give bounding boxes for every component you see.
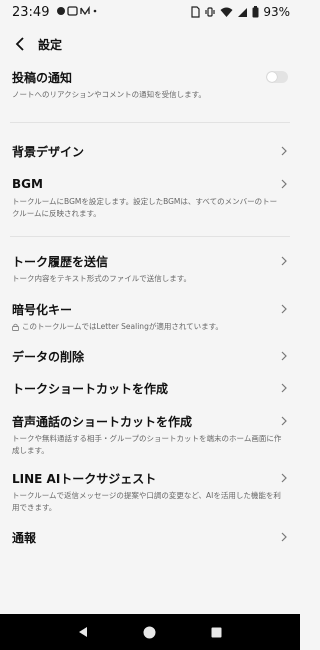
chevron-right-icon (280, 178, 288, 190)
chevron-left-icon (15, 37, 24, 51)
status-left: 23:49 (12, 5, 100, 20)
nav-home-button[interactable] (140, 622, 160, 642)
encryption-description: このトークルームではLetter Sealingが適用されています。 (12, 321, 288, 333)
vibrate-icon (205, 7, 215, 17)
setting-title: 音声通話のショートカットを作成 (12, 414, 193, 429)
status-time: 23:49 (12, 4, 50, 20)
chevron-right-icon (280, 472, 288, 484)
setting-background-design[interactable]: 背景デザイン (0, 142, 300, 160)
chevron-right-icon (280, 350, 288, 362)
divider (10, 236, 290, 237)
setting-title: 投稿の通知 (12, 70, 73, 85)
divider (10, 122, 290, 123)
notification-icon (57, 5, 97, 16)
setting-title: 背景デザイン (12, 144, 85, 159)
toggle-knob (267, 72, 277, 82)
setting-delete-data[interactable]: データの削除 (0, 347, 300, 365)
setting-title: LINE AIトークサジェスト (12, 471, 157, 486)
status-bar: 23:49 93% (0, 0, 300, 24)
notification-icons (56, 5, 100, 19)
lock-icon (12, 323, 19, 331)
setting-description: トーク内容をテキスト形式のファイルで送信します。 (12, 274, 192, 283)
setting-description: ノートへのリアクションやコメントの通知を受信します。 (12, 90, 206, 99)
chevron-right-icon (280, 382, 288, 394)
nav-recents-button[interactable] (207, 622, 227, 642)
setting-line-ai-talk-suggest[interactable]: LINE AIトークサジェスト トークルームで返信メッセージの提案や口調の変更な… (0, 469, 300, 513)
back-button[interactable] (10, 32, 30, 56)
system-nav-bar (0, 614, 300, 650)
chevron-right-icon (280, 303, 288, 315)
sim-icon (191, 6, 200, 18)
page-title: 設定 (38, 37, 63, 52)
battery-icon (252, 6, 259, 18)
setting-encryption-key[interactable]: 暗号化キー このトークルームではLetter Sealingが適用されています。 (0, 300, 300, 333)
setting-title: トーク履歴を送信 (12, 254, 109, 269)
chevron-right-icon (280, 531, 288, 543)
chevron-right-icon (280, 145, 288, 157)
setting-send-talk-history[interactable]: トーク履歴を送信 トーク内容をテキスト形式のファイルで送信します。 (0, 252, 300, 285)
setting-description: トークルームにBGMを設定します。設定したBGMは、すべてのメンバーのトークルー… (12, 197, 278, 218)
setting-title: トークショートカットを作成 (12, 381, 169, 396)
signal-icon (238, 7, 248, 17)
status-right: 93% (190, 5, 290, 19)
setting-title: 通報 (12, 530, 37, 545)
nav-back-button[interactable] (73, 622, 93, 642)
setting-create-voice-call-shortcut[interactable]: 音声通話のショートカットを作成 トークや無料通話する相手・グループのショートカッ… (0, 412, 300, 456)
square-recents-icon (211, 627, 222, 637)
setting-report[interactable]: 通報 (0, 528, 300, 546)
setting-bgm[interactable]: BGM トークルームにBGMを設定します。設定したBGMは、すべてのメンバーのト… (0, 175, 300, 219)
setting-title: データの削除 (12, 349, 85, 364)
setting-post-notification: 投稿の通知 ノートへのリアクションやコメントの通知を受信します。 (0, 68, 300, 101)
battery-percent: 93% (263, 5, 290, 19)
triangle-back-icon (79, 627, 88, 637)
setting-description: トークや無料通話する相手・グループのショートカットを端末のホーム画面に作成します… (12, 434, 282, 455)
chevron-right-icon (280, 415, 288, 427)
setting-description: トークルームで返信メッセージの提案や口調の変更など、AIを活用した機能を利用でき… (12, 491, 281, 512)
header: 設定 (0, 28, 300, 60)
setting-create-talk-shortcut[interactable]: トークショートカットを作成 (0, 379, 300, 397)
post-notification-toggle[interactable] (266, 71, 288, 83)
setting-title: BGM (12, 177, 43, 191)
circle-home-icon (143, 626, 156, 638)
setting-title: 暗号化キー (12, 302, 73, 317)
setting-description: このトークルームではLetter Sealingが適用されています。 (22, 322, 223, 331)
wifi-icon (220, 7, 233, 17)
chevron-right-icon (280, 255, 288, 267)
